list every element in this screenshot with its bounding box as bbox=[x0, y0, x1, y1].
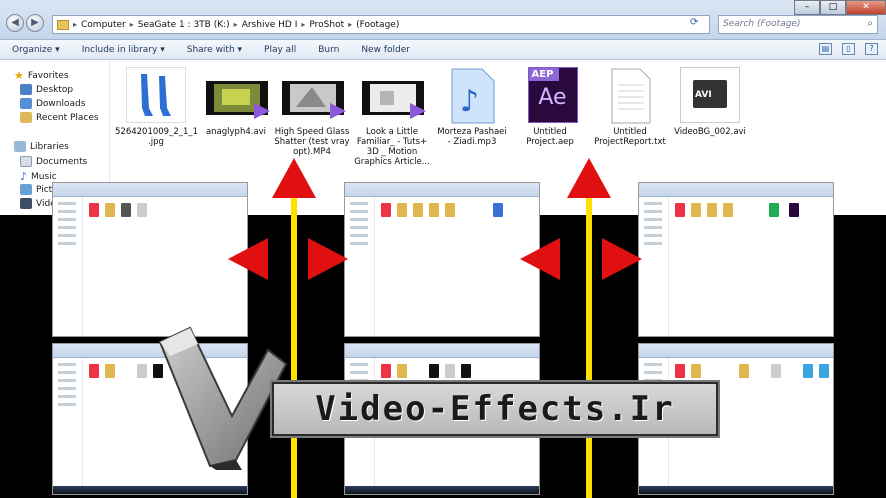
file-name: VideoBG_002.avi bbox=[674, 127, 746, 137]
refresh-icon[interactable]: ⟳ bbox=[690, 17, 698, 28]
star-icon: ★ bbox=[14, 69, 24, 82]
command-bar: Organize ▾ Include in library ▾ Share wi… bbox=[0, 40, 886, 60]
file-item[interactable]: Look a Little Familiar_ - Tuts+ 3D _ Mot… bbox=[351, 67, 433, 167]
video-thumbnail-icon bbox=[206, 67, 270, 123]
crumb-footage[interactable]: (Footage) bbox=[356, 20, 399, 30]
libraries-icon bbox=[14, 141, 26, 152]
sidebar-item-libraries[interactable]: Libraries bbox=[14, 141, 69, 152]
separator: ▸ bbox=[73, 20, 78, 29]
new-folder-button[interactable]: New folder bbox=[361, 45, 410, 55]
burn-button[interactable]: Burn bbox=[318, 45, 339, 55]
search-input[interactable]: Search (Footage) ⌕ bbox=[718, 15, 878, 34]
sidebar-item-downloads[interactable]: Downloads bbox=[20, 98, 85, 109]
arrow-left-icon bbox=[228, 238, 268, 280]
preview-pane-icon[interactable]: ▯ bbox=[842, 43, 855, 55]
downloads-icon bbox=[20, 98, 32, 109]
search-placeholder: Search (Footage) bbox=[723, 19, 801, 29]
sidebar-label: Recent Places bbox=[36, 112, 99, 123]
include-in-library-button[interactable]: Include in library ▾ bbox=[82, 45, 165, 55]
avi-file-icon: AVI bbox=[680, 67, 740, 123]
watermark-text: Video-Effects.Ir bbox=[315, 389, 675, 429]
watermark-banner: Video-Effects.Ir bbox=[270, 380, 720, 438]
file-item[interactable]: AEP Ae Untitled Project.aep bbox=[509, 67, 591, 147]
file-item[interactable]: AVI VideoBG_002.avi bbox=[669, 67, 751, 137]
crumb-drive[interactable]: SeaGate 1 : 3TB (K:) bbox=[138, 20, 230, 30]
separator: ▸ bbox=[233, 20, 238, 29]
after-effects-project-icon: AEP Ae bbox=[527, 67, 578, 123]
music-icon: ♪ bbox=[20, 170, 28, 183]
separator: ▸ bbox=[129, 20, 134, 29]
organize-button[interactable]: Organize ▾ bbox=[12, 45, 60, 55]
sidebar-label: Libraries bbox=[30, 141, 69, 152]
crumb-computer[interactable]: Computer bbox=[81, 20, 126, 30]
search-icon[interactable]: ⌕ bbox=[867, 18, 873, 29]
play-all-button[interactable]: Play all bbox=[264, 45, 296, 55]
documents-icon bbox=[20, 156, 32, 167]
arrow-left-icon bbox=[520, 238, 560, 280]
vertical-line bbox=[291, 196, 297, 498]
svg-text:♪: ♪ bbox=[460, 84, 479, 119]
arrow-right-icon bbox=[602, 238, 642, 280]
file-item[interactable]: Untitled ProjectReport.txt bbox=[589, 67, 671, 147]
ae-letters: Ae bbox=[538, 85, 567, 110]
video-thumbnail-icon bbox=[362, 67, 426, 123]
sidebar-label: Documents bbox=[36, 156, 88, 167]
screenshot-thumbnail bbox=[638, 182, 834, 337]
file-name: Untitled Project.aep bbox=[526, 127, 574, 147]
sidebar-item-recent-places[interactable]: Recent Places bbox=[20, 112, 99, 123]
folder-icon bbox=[57, 19, 69, 30]
pictures-icon bbox=[20, 184, 32, 195]
maximize-button[interactable]: □ bbox=[820, 0, 846, 15]
image-thumbnail-icon bbox=[126, 67, 186, 123]
sidebar-item-favorites[interactable]: ★ Favorites bbox=[14, 69, 69, 82]
sidebar-item-videos[interactable]: Vide bbox=[20, 198, 56, 209]
sidebar-item-documents[interactable]: Documents bbox=[20, 156, 87, 167]
arrow-up-icon bbox=[272, 158, 316, 198]
arrow-up-icon bbox=[567, 158, 611, 198]
address-bar[interactable]: ▸ Computer ▸ SeaGate 1 : 3TB (K:) ▸ Arsh… bbox=[52, 15, 710, 34]
vertical-line bbox=[586, 196, 592, 498]
share-with-button[interactable]: Share with ▾ bbox=[187, 45, 242, 55]
crumb-archive[interactable]: Arshive HD I bbox=[242, 20, 298, 30]
window-controls: – □ ✕ bbox=[794, 0, 886, 15]
screenshot-thumbnail bbox=[52, 182, 248, 337]
change-view-icon[interactable]: ▤ bbox=[819, 43, 832, 55]
file-item[interactable]: High Speed Glass Shatter (test vray opt)… bbox=[271, 67, 353, 157]
avi-badge: AVI bbox=[695, 90, 712, 100]
forward-button[interactable]: ▶ bbox=[26, 14, 44, 32]
sidebar-label: Music bbox=[31, 171, 57, 182]
crumb-proshot[interactable]: ProShot bbox=[309, 20, 344, 30]
close-button[interactable]: ✕ bbox=[846, 0, 886, 15]
file-name: 5264201009_2_1_1 .jpg bbox=[115, 127, 199, 147]
arrow-right-icon bbox=[308, 238, 348, 280]
logo-v-icon bbox=[158, 326, 288, 470]
separator: ▸ bbox=[348, 20, 353, 29]
aep-badge: AEP bbox=[528, 68, 559, 81]
file-item[interactable]: 5264201009_2_1_1 .jpg bbox=[115, 67, 199, 147]
video-thumbnail-icon bbox=[282, 67, 346, 123]
videos-icon bbox=[20, 198, 32, 209]
file-name: Untitled ProjectReport.txt bbox=[594, 127, 666, 147]
audio-file-icon: ♪ bbox=[442, 67, 502, 124]
desktop-icon bbox=[20, 84, 32, 95]
file-item[interactable]: anaglyph4.avi bbox=[195, 67, 277, 137]
file-name: Morteza Pashaei - Ziadi.mp3 bbox=[437, 127, 507, 147]
view-controls: ▤ ▯ ? bbox=[819, 43, 878, 55]
file-item[interactable]: ♪ Morteza Pashaei - Ziadi.mp3 bbox=[431, 67, 513, 147]
sidebar-item-desktop[interactable]: Desktop bbox=[20, 84, 73, 95]
file-name: anaglyph4.avi bbox=[205, 127, 267, 137]
sidebar-label: Desktop bbox=[36, 84, 74, 95]
separator: ▸ bbox=[301, 20, 306, 29]
screenshot-thumbnail bbox=[344, 182, 540, 337]
recent-places-icon bbox=[20, 112, 32, 123]
file-name: High Speed Glass Shatter (test vray opt)… bbox=[274, 127, 350, 157]
file-name: Look a Little Familiar_ - Tuts+ 3D _ Mot… bbox=[354, 127, 430, 167]
address-row: ◀ ▶ ▸ Computer ▸ SeaGate 1 : 3TB (K:) ▸ … bbox=[0, 0, 886, 40]
sidebar-label: Downloads bbox=[36, 98, 86, 109]
minimize-button[interactable]: – bbox=[794, 0, 820, 15]
help-icon[interactable]: ? bbox=[865, 43, 878, 55]
back-button[interactable]: ◀ bbox=[6, 14, 24, 32]
sidebar-label: Favorites bbox=[27, 70, 69, 81]
text-file-icon bbox=[600, 67, 660, 124]
